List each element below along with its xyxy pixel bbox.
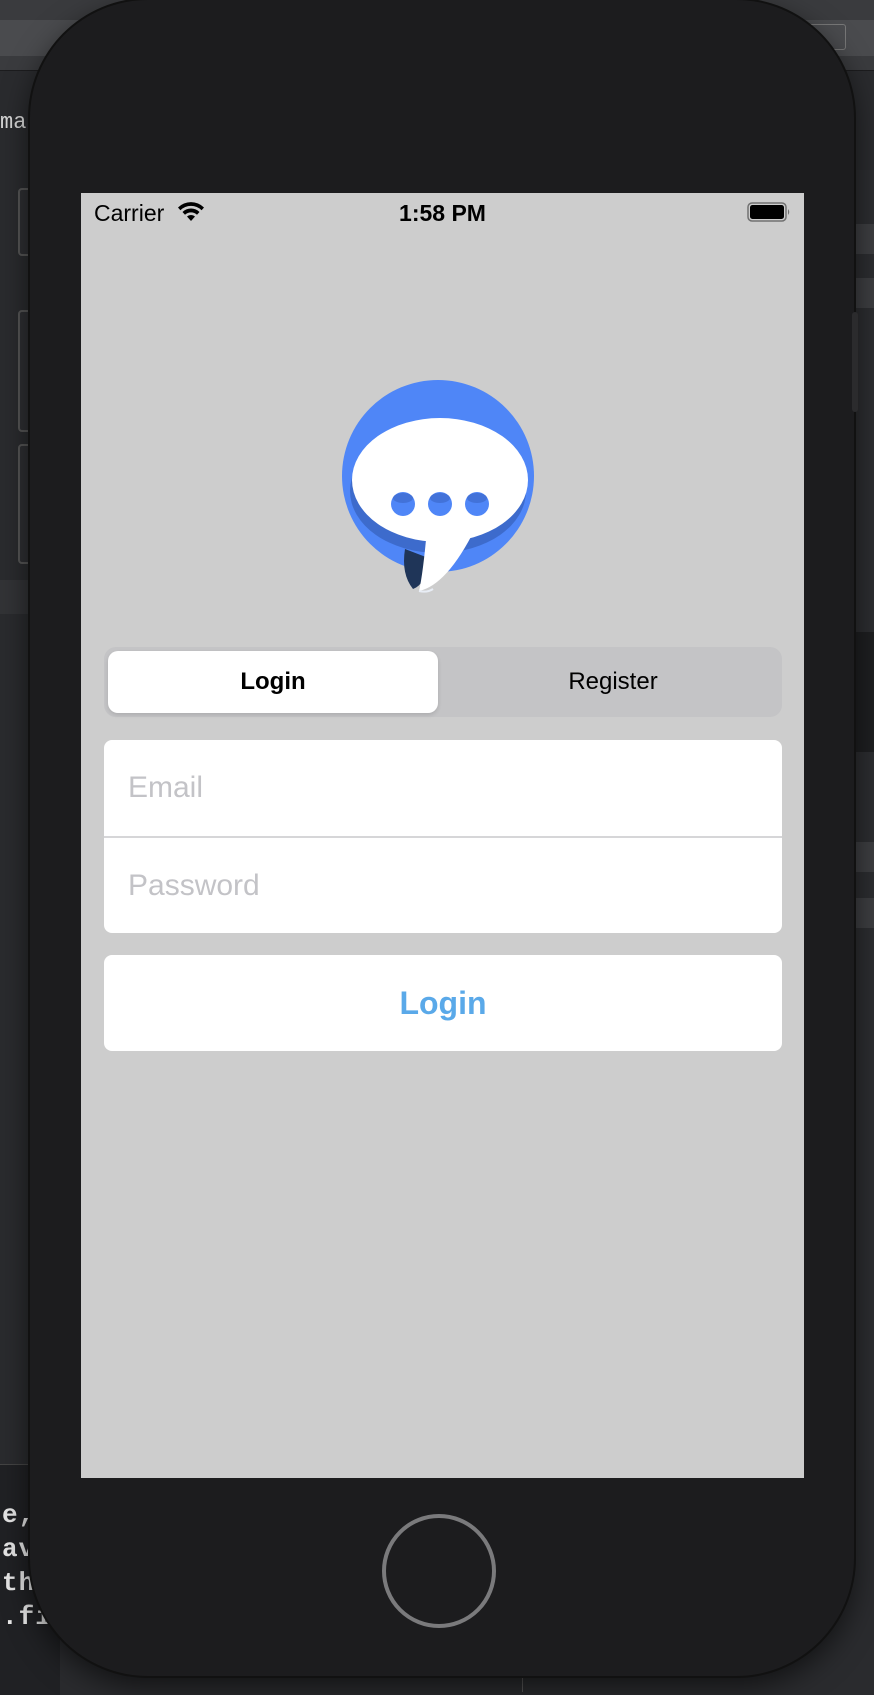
password-row	[104, 838, 782, 933]
credentials-form	[104, 740, 782, 933]
email-field[interactable]	[128, 771, 748, 805]
segment-login[interactable]: Login	[108, 651, 438, 713]
ide-left-fragment: ma	[0, 110, 27, 135]
chat-bubble-logo-icon	[342, 380, 534, 593]
status-time: 1:58 PM	[399, 200, 486, 226]
battery-icon	[747, 202, 790, 222]
email-row	[104, 740, 782, 836]
login-submit-button[interactable]: Login	[104, 955, 782, 1051]
app-screen: Carrier 1:58 PM Login Register Email Log…	[81, 193, 804, 1478]
password-field[interactable]	[128, 869, 748, 903]
device-side-button	[852, 312, 858, 412]
login-register-segmented-control: Login Register	[104, 647, 782, 717]
home-button[interactable]	[382, 1514, 496, 1628]
segment-register[interactable]: Register	[448, 651, 778, 713]
status-bar: Carrier 1:58 PM	[81, 193, 804, 233]
